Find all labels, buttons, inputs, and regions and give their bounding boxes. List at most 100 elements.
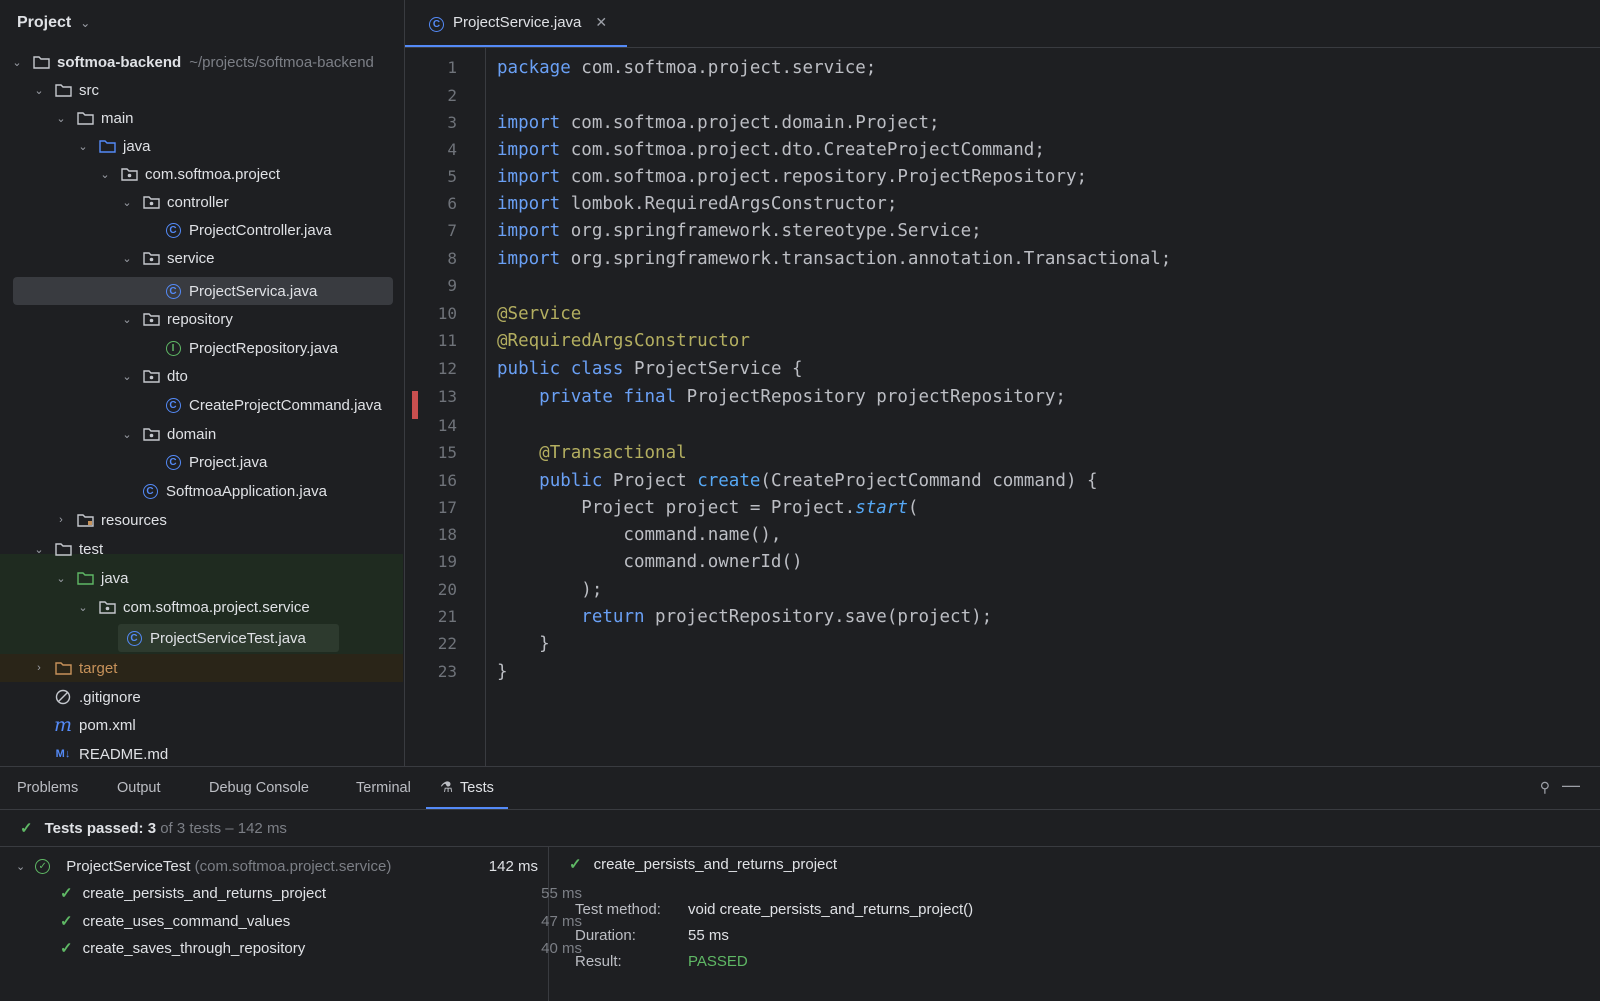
- chevron-down-icon[interactable]: ⌄: [120, 428, 134, 441]
- resources-folder-icon: [76, 511, 94, 529]
- tree-item-src[interactable]: ⌄ src: [0, 76, 404, 104]
- tree-label: resources: [101, 511, 167, 529]
- close-icon[interactable]: ✕: [595, 14, 607, 31]
- class-icon: C: [141, 482, 159, 500]
- line-number: 9: [447, 276, 457, 295]
- test-row[interactable]: ✓ create_saves_through_repository 40 ms: [0, 934, 590, 962]
- minimize-icon[interactable]: —: [1562, 775, 1580, 796]
- tree-label: dto: [167, 367, 188, 385]
- code-editor[interactable]: package com.softmoa.project.service; imp…: [497, 48, 1600, 766]
- tree-item-project-service[interactable]: C ProjectServica.java: [0, 277, 404, 305]
- maven-icon: m: [53, 713, 73, 736]
- tree-item-resources[interactable]: › resources: [0, 506, 404, 534]
- code-line-22: }: [497, 634, 550, 654]
- class-icon: C: [164, 282, 182, 300]
- package-icon: [120, 165, 138, 183]
- chevron-down-icon[interactable]: ⌄: [76, 601, 90, 614]
- code-line-3: import com.softmoa.project.domain.Projec…: [497, 113, 940, 133]
- test-row[interactable]: ✓ create_uses_command_values 47 ms: [0, 907, 590, 935]
- tree-root-softmoa-backend[interactable]: ⌄ softmoa-backend ~/projects/softmoa-bac…: [0, 48, 404, 76]
- line-number: 22: [437, 634, 457, 653]
- tab-label: ProjectService.java: [453, 14, 582, 31]
- chevron-down-icon[interactable]: ⌄: [120, 370, 134, 383]
- tree-item-package[interactable]: ⌄ com.softmoa.project: [0, 160, 404, 188]
- detail-label: Result:: [575, 953, 622, 970]
- chevron-down-icon[interactable]: ⌄: [54, 112, 68, 125]
- summary-rest: of 3 tests – 142 ms: [160, 819, 287, 837]
- chevron-down-icon[interactable]: ⌄: [54, 572, 68, 585]
- tab-problems[interactable]: Problems: [17, 767, 78, 809]
- folder-icon: [54, 540, 72, 558]
- line-number: 19: [437, 552, 457, 571]
- project-view-selector[interactable]: Project ⌄: [0, 0, 404, 46]
- package-icon: [142, 310, 160, 328]
- package-icon: [98, 598, 116, 616]
- test-name: create_persists_and_returns_project: [82, 884, 327, 902]
- tree-label: service: [167, 249, 215, 267]
- chevron-down-icon[interactable]: ⌄: [98, 168, 112, 181]
- tree-item-controller[interactable]: ⌄ controller: [0, 188, 404, 216]
- tree-item-service[interactable]: ⌄ service: [0, 244, 404, 272]
- chevron-right-icon[interactable]: ›: [32, 662, 46, 674]
- tree-label: ProjectRepository.java: [189, 339, 338, 357]
- code-line-11: @RequiredArgsConstructor: [497, 331, 750, 351]
- code-line-15: @Transactional: [539, 443, 687, 463]
- ignore-file-icon: [54, 688, 72, 706]
- tree-label: java: [123, 137, 151, 155]
- tab-terminal[interactable]: Terminal: [356, 767, 411, 809]
- test-name: create_saves_through_repository: [82, 939, 306, 957]
- line-number: 3: [447, 113, 457, 132]
- tree-item-readme[interactable]: M↓ README.md: [0, 740, 404, 766]
- tree-item-project-controller[interactable]: C ProjectController.java: [0, 216, 404, 244]
- tree-label: com.softmoa.project.service: [123, 598, 310, 616]
- detail-duration-row: Duration: 55 ms: [575, 927, 729, 944]
- tree-item-test-java[interactable]: ⌄ java: [0, 564, 404, 592]
- tab-project-service[interactable]: C ProjectService.java ✕: [405, 0, 627, 47]
- code-line-6: import lombok.RequiredArgsConstructor;: [497, 194, 898, 214]
- pin-icon[interactable]: ⚲: [1540, 779, 1550, 796]
- chevron-down-icon[interactable]: ⌄: [76, 140, 90, 153]
- line-number: 10: [437, 304, 457, 323]
- chevron-down-icon[interactable]: ⌄: [32, 543, 46, 556]
- change-marker[interactable]: [412, 391, 418, 419]
- line-number: 21: [437, 607, 457, 626]
- chevron-down-icon[interactable]: ⌄: [32, 84, 46, 97]
- folder-icon: [76, 109, 94, 127]
- test-suite-row[interactable]: ⌄ ✓ ProjectServiceTest (com.softmoa.proj…: [0, 852, 546, 880]
- package-icon: [142, 425, 160, 443]
- tab-output[interactable]: Output: [117, 767, 161, 809]
- folder-icon: [54, 81, 72, 99]
- chevron-down-icon[interactable]: ⌄: [16, 860, 25, 873]
- chevron-down-icon[interactable]: ⌄: [120, 252, 134, 265]
- tree-item-repository[interactable]: ⌄ repository: [0, 305, 404, 333]
- tree-item-test[interactable]: ⌄ test: [0, 535, 404, 563]
- tree-item-project-java[interactable]: C Project.java: [0, 448, 404, 476]
- code-line-12: public class ProjectService {: [497, 359, 803, 379]
- markdown-icon: M↓: [55, 748, 71, 760]
- tree-item-domain[interactable]: ⌄ domain: [0, 420, 404, 448]
- code-line-13: private final ProjectRepository projectR…: [539, 387, 1066, 407]
- tree-item-project-service-test[interactable]: C ProjectServiceTest.java: [0, 624, 404, 652]
- tree-item-pom[interactable]: m pom.xml: [0, 711, 404, 739]
- code-line-1: package com.softmoa.project.service;: [497, 58, 877, 78]
- tree-item-create-project-command[interactable]: C CreateProjectCommand.java: [0, 391, 404, 419]
- tree-item-gitignore[interactable]: .gitignore: [0, 683, 404, 711]
- chevron-down-icon[interactable]: ⌄: [10, 56, 24, 69]
- tree-label: ProjectServiceTest.java: [150, 629, 306, 647]
- tree-item-dto[interactable]: ⌄ dto: [0, 362, 404, 390]
- tree-item-project-repository[interactable]: I ProjectRepository.java: [0, 334, 404, 362]
- tab-debug-console[interactable]: Debug Console: [209, 767, 309, 809]
- chevron-down-icon[interactable]: ⌄: [120, 196, 134, 209]
- tree-label: src: [79, 81, 99, 99]
- tab-tests[interactable]: ⚗ Tests: [426, 767, 508, 809]
- test-row[interactable]: ✓ create_persists_and_returns_project 55…: [0, 879, 590, 907]
- tree-item-softmoa-application[interactable]: C SoftmoaApplication.java: [0, 477, 404, 505]
- tree-item-main[interactable]: ⌄ main: [0, 104, 404, 132]
- tree-item-java[interactable]: ⌄ java: [0, 132, 404, 160]
- line-number: 18: [437, 525, 457, 544]
- test-folder-icon: [76, 569, 94, 587]
- chevron-down-icon[interactable]: ⌄: [120, 313, 134, 326]
- chevron-right-icon[interactable]: ›: [54, 514, 68, 526]
- tree-item-target[interactable]: › target: [0, 654, 404, 682]
- tree-item-test-package[interactable]: ⌄ com.softmoa.project.service: [0, 593, 404, 621]
